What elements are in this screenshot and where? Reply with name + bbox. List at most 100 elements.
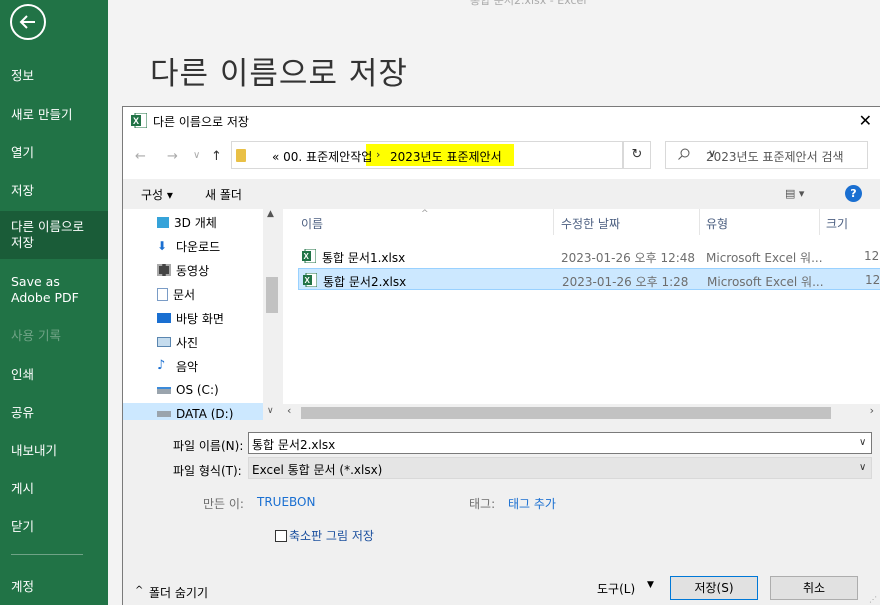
breadcrumb-current[interactable]: 2023년도 표준제안서 [390,148,502,165]
navigation-bar: ← → ∨ ↑ « 00. 표준제안작업 › 2023년도 표준제안서 ∨ ↻ … [123,135,880,179]
column-date[interactable]: 수정한 날짜 [561,215,620,232]
chevron-down-icon[interactable]: ∨ [859,437,866,448]
page-title: 다른 이름으로 저장 [150,56,408,92]
forward-icon[interactable]: → [167,149,178,164]
scroll-left-icon[interactable]: ‹ [287,404,291,417]
back-arrow-icon[interactable] [10,4,46,40]
column-name[interactable]: 이름 [301,215,323,232]
tree-item-label: 다운로드 [176,239,221,254]
svg-text:X: X [304,252,310,261]
address-bar[interactable]: « 00. 표준제안작업 › 2023년도 표준제안서 ∨ [231,141,716,169]
dialog-toolbar: 구성 ▾ 새 폴더 ▤ ▾ ? [123,179,880,209]
save-form: 파일 이름(N): 통합 문서2.xlsx ∨ 파일 형식(T): Excel … [123,420,880,605]
author-value[interactable]: TRUEBON [257,495,315,509]
file-type: Microsoft Excel 워... [706,251,823,265]
file-name: 통합 문서1.xlsx [322,251,406,265]
svg-text:X: X [305,276,311,285]
sort-ascending-icon: ^ [421,209,429,219]
nav-open[interactable]: 열기 [0,145,108,161]
nav-share[interactable]: 공유 [0,405,108,421]
tree-item-label: DATA (D:) [176,407,234,420]
nav-publish[interactable]: 게시 [0,481,108,497]
search-placeholder: 2023년도 표준제안서 검색 [706,150,844,164]
file-date: 2023-01-26 오후 12:48 [561,251,696,265]
file-date: 2023-01-26 오후 1:28 [562,275,689,289]
horizontal-scrollbar[interactable]: ‹ › [283,404,880,420]
nav-print[interactable]: 인쇄 [0,367,108,383]
file-name: 통합 문서2.xlsx [323,275,407,289]
scroll-thumb[interactable] [266,277,278,313]
hide-folders-button[interactable]: 폴더 숨기기 [149,584,208,601]
tree-scrollbar[interactable]: ▲ ∨ [263,209,281,420]
dialog-title: 다른 이름으로 저장 [153,115,249,129]
excel-file-icon: X [303,273,317,287]
organize-button[interactable]: 구성 ▾ [141,186,173,203]
column-divider[interactable] [553,209,554,235]
tree-item-label: 3D 개체 [174,215,217,230]
column-type[interactable]: 유형 [706,215,728,232]
new-folder-button[interactable]: 새 폴더 [205,186,242,203]
scroll-thumb[interactable] [301,407,831,419]
nav-save-as[interactable]: 다른 이름으로 저장 [0,211,108,259]
scroll-down-icon[interactable]: ∨ [267,406,274,416]
search-input[interactable]: 2023년도 표준제안서 검색 [665,141,868,169]
back-icon[interactable]: ← [135,149,146,164]
tree-item-label: 음악 [176,359,199,374]
file-list: 이름 ^ 수정한 날짜 유형 크기 X 통합 문서1.xlsx 2023-01-… [283,209,880,404]
svg-text:X: X [133,116,139,126]
nav-close[interactable]: 닫기 [0,519,108,535]
tools-dropdown-icon[interactable]: ▼ [647,580,654,590]
folder-tree: 3D 개체 ⬇ 다운로드 동영상 문서 바탕 화면 사진 ♪ 음악 OS (C:… [123,209,281,420]
download-icon: ⬇ [157,239,168,253]
up-icon[interactable]: ↑ [211,149,222,164]
tree-item-drive-d[interactable]: DATA (D:) [123,403,263,420]
filetype-select[interactable]: Excel 통합 문서 (*.xlsx) [248,457,872,479]
column-divider[interactable] [699,209,700,235]
file-row-selected[interactable]: X 통합 문서2.xlsx 2023-01-26 오후 1:28 Microso… [298,268,880,290]
chevron-down-icon[interactable]: ∨ [859,462,866,473]
tree-item-label: 동영상 [176,263,210,278]
scroll-right-icon[interactable]: › [870,404,874,417]
thumbnail-label[interactable]: 축소판 그림 저장 [289,527,374,544]
thumbnail-checkbox[interactable] [275,530,287,542]
music-icon: ♪ [157,358,166,373]
breadcrumb-parent[interactable]: « 00. 표준제안작업 [272,148,372,165]
nav-save-adobe-pdf[interactable]: Save as Adobe PDF [0,274,108,306]
drive-icon [157,386,171,394]
column-size[interactable]: 크기 [826,215,848,232]
folder-icon [236,149,246,162]
backstage-sidebar: 정보 새로 만들기 열기 저장 다른 이름으로 저장 Save as Adobe… [0,0,108,605]
nav-save[interactable]: 저장 [0,183,108,199]
nav-info[interactable]: 정보 [0,68,108,84]
tools-button[interactable]: 도구(L) [597,580,635,597]
recent-locations-icon[interactable]: ∨ [193,150,200,161]
document-icon [157,287,168,301]
nav-divider [11,554,83,555]
search-icon [678,148,690,160]
save-as-dialog: X 다른 이름으로 저장 ✕ ← → ∨ ↑ « 00. 표준제안작업 › 20… [122,106,880,605]
breadcrumb-separator[interactable]: › [376,148,380,161]
filename-input[interactable]: 통합 문서2.xlsx [248,432,872,454]
dialog-titlebar[interactable]: X 다른 이름으로 저장 ✕ [123,107,880,135]
resize-grip-icon[interactable]: ⋰ [869,595,877,604]
drive-icon [157,411,171,417]
scroll-up-icon[interactable]: ▲ [267,209,274,219]
view-options-icon[interactable]: ▤ ▾ [785,187,804,200]
refresh-icon[interactable]: ↻ [623,141,651,169]
nav-new[interactable]: 새로 만들기 [0,107,108,123]
nav-account[interactable]: 계정 [0,579,108,595]
filename-label: 파일 이름(N): [173,439,244,453]
cancel-button[interactable]: 취소 [770,576,858,600]
column-divider[interactable] [819,209,820,235]
film-icon [157,264,171,276]
excel-file-icon: X [302,249,316,263]
file-row[interactable]: X 통합 문서1.xlsx 2023-01-26 오후 12:48 Micros… [298,245,880,267]
tags-input[interactable]: 태그 추가 [508,495,556,512]
help-icon[interactable]: ? [845,185,862,202]
chevron-up-icon[interactable]: ^ [135,585,143,596]
close-icon[interactable]: ✕ [859,111,872,130]
desktop-icon [157,313,171,323]
save-button[interactable]: 저장(S) [670,576,758,600]
picture-icon [157,337,171,347]
nav-export[interactable]: 내보내기 [0,443,108,459]
